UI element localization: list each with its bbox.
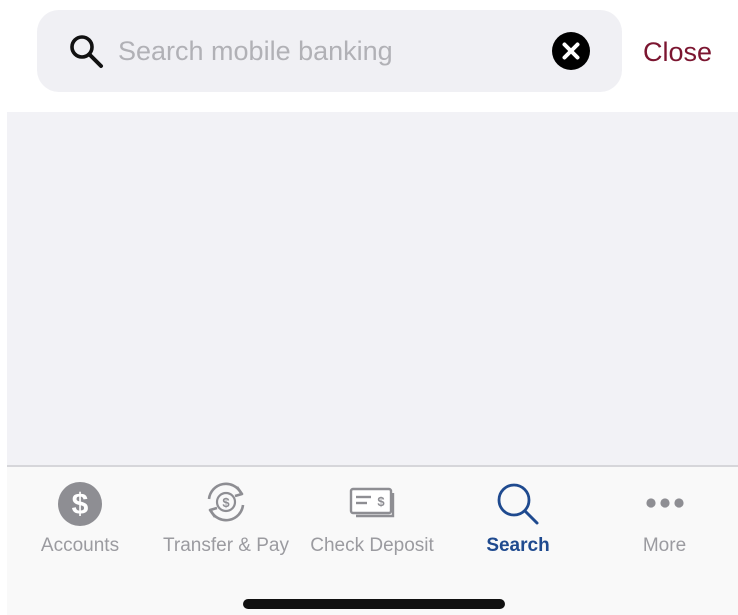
- check-icon: $: [349, 487, 395, 518]
- tab-search[interactable]: Search: [445, 467, 591, 567]
- tab-check-deposit[interactable]: $ Check Deposit: [299, 467, 445, 567]
- tab-search-label: Search: [486, 535, 550, 556]
- close-button[interactable]: Close: [643, 34, 723, 70]
- transfer-arrows-icon: $: [207, 482, 245, 522]
- svg-text:$: $: [72, 488, 89, 521]
- search-icon: [497, 483, 539, 525]
- tab-check-deposit-label: Check Deposit: [310, 535, 434, 556]
- svg-text:$: $: [377, 494, 385, 509]
- tab-more[interactable]: More: [591, 467, 738, 567]
- more-dots-icon: [645, 498, 684, 508]
- tab-accounts[interactable]: $ Accounts: [7, 467, 153, 567]
- tab-bar: $ Accounts $ Transfer & Pay $ Check Depo…: [7, 467, 738, 615]
- tab-transfer-pay-label: Transfer & Pay: [162, 535, 289, 556]
- tab-accounts-label: Accounts: [40, 535, 120, 556]
- search-results-area: [7, 112, 738, 465]
- search-input[interactable]: [118, 30, 538, 72]
- search-screen: Close $ Accounts $ Transfer & Pay: [0, 0, 738, 615]
- tab-more-label: More: [642, 535, 687, 556]
- search-header: Close: [0, 0, 738, 112]
- svg-text:$: $: [222, 495, 230, 510]
- tab-transfer-pay[interactable]: $ Transfer & Pay: [153, 467, 299, 567]
- search-icon: [70, 35, 103, 68]
- home-indicator: [243, 599, 505, 609]
- clear-search-icon[interactable]: [552, 32, 590, 70]
- dollar-circle-icon: $: [58, 482, 102, 526]
